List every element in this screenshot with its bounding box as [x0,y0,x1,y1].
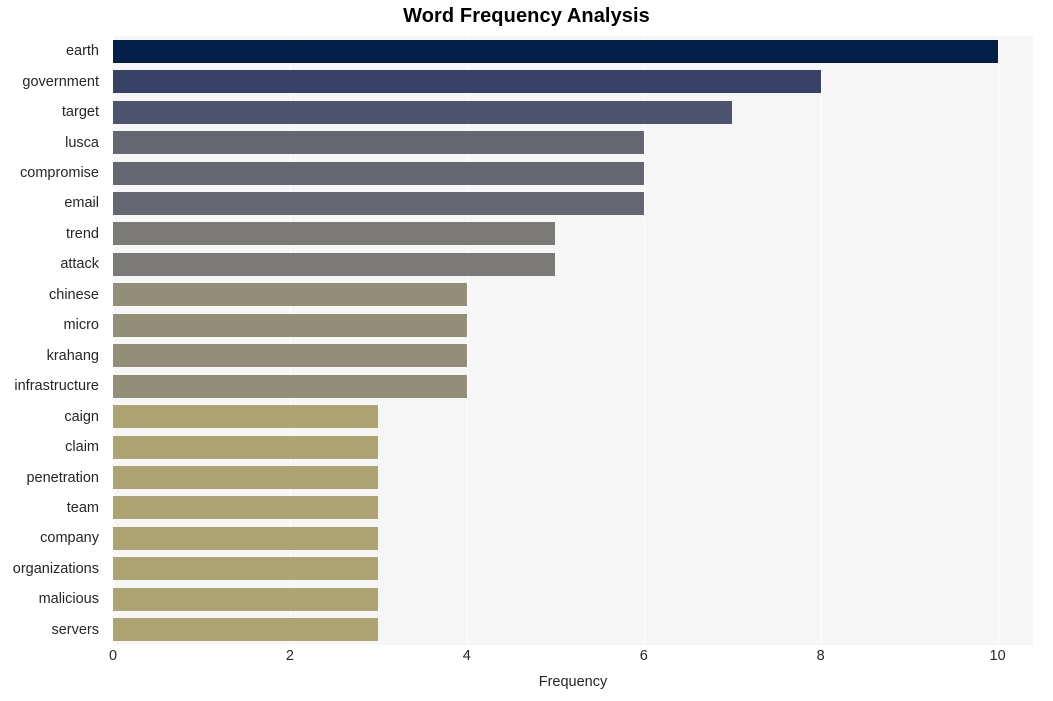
y-tick-label-company: company [40,530,99,547]
bar-row [113,435,1033,459]
y-tick-label-email: email [64,195,99,212]
y-tick-label-micro: micro [63,317,99,334]
y-tick-label-chinese: chinese [49,286,99,303]
bar-target [113,100,733,124]
bar-attack [113,252,556,276]
y-tick-label-claim: claim [65,439,99,456]
gridline-x-8 [820,36,822,645]
bar-trend [113,222,556,246]
gridline-x-2 [289,36,291,645]
bar-lusca [113,131,644,155]
bar-earth [113,39,998,63]
gridline-x-0 [113,36,114,645]
bar-row [113,222,1033,246]
y-tick-label-organizations: organizations [12,560,99,577]
bar-row [113,405,1033,429]
y-tick-label-team: team [66,499,99,516]
bar-infrastructure [113,374,467,398]
bar-row [113,344,1033,368]
y-tick-label-compromise: compromise [20,165,99,182]
y-tick-label-krahang: krahang [46,347,99,364]
y-tick-label-target: target [61,104,99,121]
y-tick-label-lusca: lusca [65,134,99,151]
bar-malicious [113,587,379,611]
y-tick-label-infrastructure: infrastructure [14,378,99,395]
x-tick-label-2: 2 [285,648,294,664]
bar-organizations [113,557,379,581]
gridline-x-6 [643,36,645,645]
bar-row [113,39,1033,63]
bar-servers [113,618,379,642]
bar-row [113,283,1033,307]
bar-row [113,374,1033,398]
bar-row [113,496,1033,520]
bar-government [113,70,821,94]
bar-row [113,313,1033,337]
bar-micro [113,313,467,337]
bar-penetration [113,466,379,490]
bar-claim [113,435,379,459]
bar-company [113,526,379,550]
bar-compromise [113,161,644,185]
x-tick-label-6: 6 [639,648,648,664]
bar-krahang [113,344,467,368]
bar-chinese [113,283,467,307]
bar-row [113,557,1033,581]
x-axis-title: Frequency [538,674,608,690]
x-tick-label-0: 0 [108,648,118,664]
bar-row [113,70,1033,94]
bar-team [113,496,379,520]
y-tick-label-trend: trend [65,225,99,242]
bar-row [113,131,1033,155]
bar-row [113,526,1033,550]
bar-row [113,191,1033,215]
bar-caign [113,405,379,429]
bar-row [113,587,1033,611]
y-tick-label-caign: caign [64,408,99,425]
bar-row [113,252,1033,276]
x-tick-label-4: 4 [462,648,471,664]
bar-row [113,100,1033,124]
x-axis-tick-labels: 0 2 4 6 8 10 [0,648,1053,672]
y-tick-label-malicious: malicious [38,591,99,608]
y-tick-label-servers: servers [51,621,99,638]
y-axis-tick-labels: earth government target lusca compromise emai… [0,36,106,645]
chart-figure: Word Frequency Analysis earth government t… [0,0,1053,701]
bar-row [113,161,1033,185]
x-tick-label-10: 10 [989,648,1006,664]
y-tick-label-government: government [22,73,99,90]
gridline-x-4 [466,36,468,645]
y-tick-label-penetration: penetration [26,469,99,486]
bar-row [113,618,1033,642]
bar-row [113,466,1033,490]
y-tick-label-earth: earth [65,43,99,60]
plot-area [113,36,1033,645]
x-tick-label-8: 8 [816,648,825,664]
bar-email [113,191,644,215]
gridline-x-10 [997,36,999,645]
chart-title: Word Frequency Analysis [403,5,650,27]
y-tick-label-attack: attack [60,256,99,273]
